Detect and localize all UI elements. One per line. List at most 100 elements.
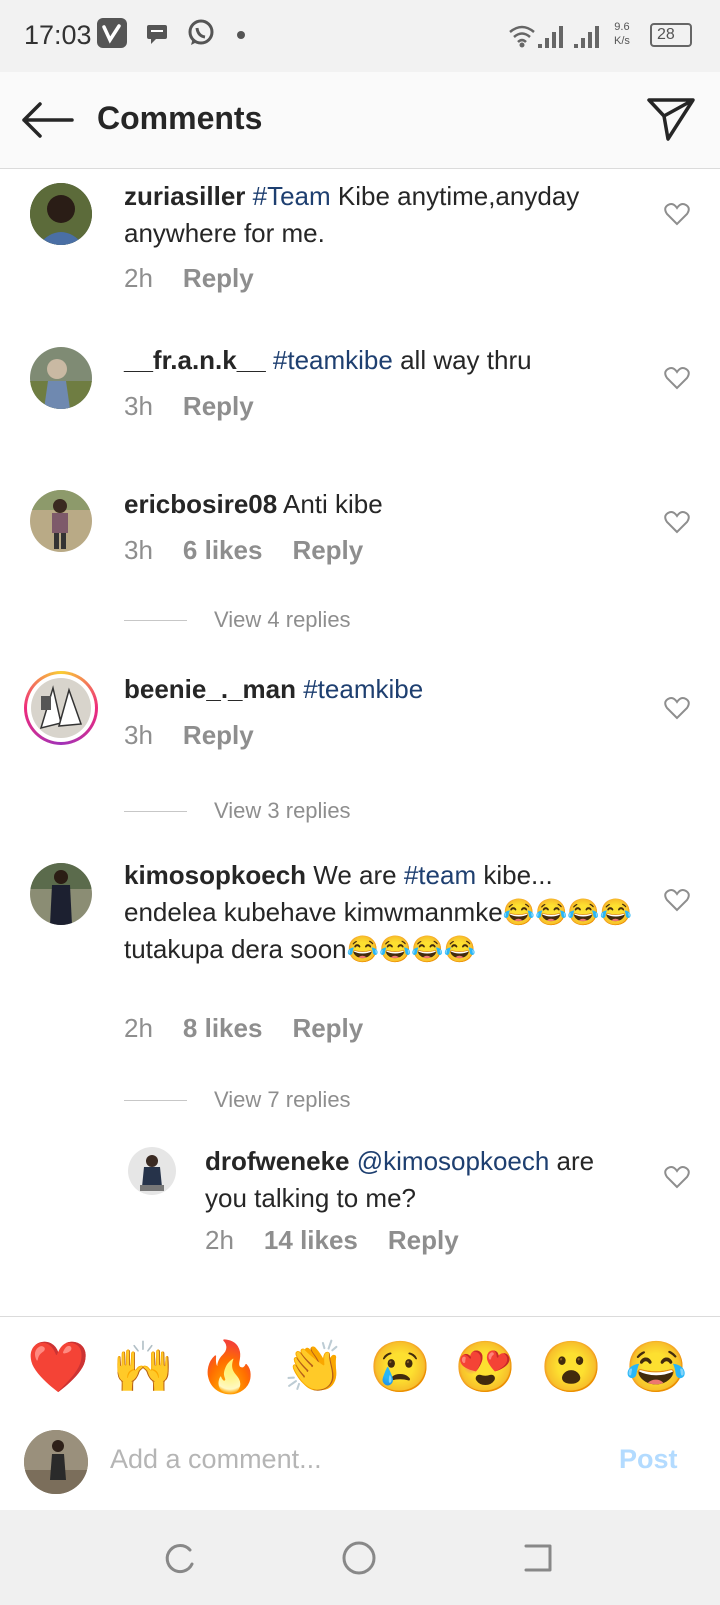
comment-body: all way thru <box>392 345 532 375</box>
signal-icon <box>538 26 563 48</box>
emoji-raised-hands[interactable]: 🙌 <box>112 1337 174 1397</box>
comment-username[interactable]: __fr.a.n.k__ <box>124 345 266 375</box>
comment-meta: 2h 8 likes Reply <box>124 1013 393 1044</box>
view-replies-line <box>124 811 187 812</box>
vimeo-icon <box>97 18 127 48</box>
comment-text: beenie_._man #teamkibe <box>124 671 624 708</box>
comment-text: kimosopkoech We are #team kibe... endele… <box>124 857 634 968</box>
network-speed-unit: K/s <box>614 35 630 47</box>
status-time: 17:03 <box>24 20 92 50</box>
avatar-image <box>24 1430 88 1494</box>
comment-time: 3h <box>124 720 153 750</box>
battery-icon: 28 <box>650 23 692 47</box>
avatar-image <box>128 1147 176 1195</box>
current-user-avatar <box>24 1430 88 1494</box>
reply-button[interactable]: Reply <box>388 1225 459 1255</box>
avatar-image <box>30 183 92 245</box>
emoji-laughing[interactable]: 😂 <box>625 1337 687 1397</box>
emoji-crying[interactable]: 😢 <box>369 1337 431 1397</box>
avatar[interactable] <box>30 183 92 245</box>
comment-hashtag[interactable]: #team <box>404 860 476 890</box>
avatar-image <box>31 678 91 738</box>
battery-level: 28 <box>657 26 675 43</box>
network-speed: 9.6 K/s <box>614 20 630 48</box>
status-bar: 17:03 9.6 K/s 28 <box>0 0 720 72</box>
comment-hashtag[interactable]: #Team <box>253 181 331 211</box>
comment-text: drofweneke @kimosopkoech are you talking… <box>205 1143 635 1217</box>
comment-time: 3h <box>124 535 153 565</box>
comment-text: __fr.a.n.k__ #teamkibe all way thru <box>124 342 624 379</box>
emoji-surprised[interactable]: 😮 <box>540 1337 602 1397</box>
comment-meta: 3h Reply <box>124 720 284 751</box>
comment-mention[interactable]: @kimosopkoech <box>357 1146 550 1176</box>
header: Comments <box>0 72 720 169</box>
likes-count[interactable]: 14 likes <box>264 1225 358 1255</box>
comment-input[interactable]: Add a comment... <box>110 1444 322 1475</box>
comment-time: 2h <box>205 1225 234 1255</box>
emoji-heart[interactable]: ❤️ <box>27 1337 89 1397</box>
reply-button[interactable]: Reply <box>183 391 254 421</box>
reply-button[interactable]: Reply <box>292 1013 363 1043</box>
comment-time: 3h <box>124 391 153 421</box>
heart-icon[interactable] <box>664 1165 690 1189</box>
avatar[interactable] <box>30 347 92 409</box>
emoji-clap[interactable]: 👏 <box>283 1337 345 1397</box>
comment-body: Anti kibe <box>277 489 383 519</box>
dot-icon <box>237 31 245 39</box>
back-icon[interactable] <box>520 1540 556 1576</box>
avatar-image <box>30 863 92 925</box>
comment-meta: 3h 6 likes Reply <box>124 535 393 566</box>
reply-button[interactable]: Reply <box>292 535 363 565</box>
avatar[interactable] <box>30 490 92 552</box>
arrow-left-icon[interactable] <box>22 102 74 138</box>
comment-meta: 2h 14 likes Reply <box>205 1225 489 1256</box>
heart-icon[interactable] <box>664 510 690 534</box>
comment-meta: 3h Reply <box>124 391 284 422</box>
comment-username[interactable]: ericbosire08 <box>124 489 277 519</box>
comment-username[interactable]: zuriasiller <box>124 181 245 211</box>
system-nav-bar <box>0 1510 720 1605</box>
home-icon[interactable] <box>341 1540 377 1576</box>
emoji-heart-eyes[interactable]: 😍 <box>454 1337 516 1397</box>
post-button[interactable]: Post <box>619 1444 678 1475</box>
view-replies-line <box>124 1100 187 1101</box>
comment-text: ericbosire08 Anti kibe <box>124 486 624 523</box>
comment-time: 2h <box>124 1013 153 1043</box>
comments-list[interactable]: zuriasiller #Team Kibe anytime,anyday an… <box>0 168 720 1316</box>
recents-icon[interactable] <box>162 1540 198 1576</box>
comment-composer: Add a comment... Post <box>0 1414 720 1510</box>
comment-body-before: We are <box>306 860 404 890</box>
comment-username[interactable]: beenie_._man <box>124 674 296 704</box>
avatar-image <box>30 490 92 552</box>
whatsapp-icon <box>188 19 214 45</box>
heart-icon[interactable] <box>664 366 690 390</box>
likes-count[interactable]: 8 likes <box>183 1013 263 1043</box>
likes-count[interactable]: 6 likes <box>183 535 263 565</box>
reply-button[interactable]: Reply <box>183 720 254 750</box>
message-icon <box>147 25 167 44</box>
view-replies-label[interactable]: View 7 replies <box>214 1087 351 1113</box>
heart-icon[interactable] <box>664 696 690 720</box>
heart-icon[interactable] <box>664 202 690 226</box>
signal-icon <box>574 26 599 48</box>
comment-username[interactable]: drofweneke <box>205 1146 350 1176</box>
view-replies-line <box>124 620 187 621</box>
emoji-fire[interactable]: 🔥 <box>198 1337 260 1397</box>
comment-text: zuriasiller #Team Kibe anytime,anyday an… <box>124 178 624 252</box>
comment-hashtag[interactable]: #teamkibe <box>303 674 423 704</box>
view-replies-label[interactable]: View 3 replies <box>214 798 351 824</box>
avatar-story-ring[interactable] <box>24 671 98 745</box>
send-icon[interactable] <box>646 96 696 142</box>
avatar[interactable] <box>30 863 92 925</box>
avatar[interactable] <box>128 1147 176 1195</box>
reply-button[interactable]: Reply <box>183 263 254 293</box>
comment-time: 2h <box>124 263 153 293</box>
network-speed-value: 9.6 <box>614 21 630 33</box>
emoji-quick-bar: ❤️ 🙌 🔥 👏 😢 😍 😮 😂 <box>0 1316 720 1416</box>
heart-icon[interactable] <box>664 888 690 912</box>
comment-hashtag[interactable]: #teamkibe <box>273 345 393 375</box>
view-replies-label[interactable]: View 4 replies <box>214 607 351 633</box>
page-title: Comments <box>97 100 263 136</box>
comment-username[interactable]: kimosopkoech <box>124 860 306 890</box>
avatar-image <box>30 347 92 409</box>
